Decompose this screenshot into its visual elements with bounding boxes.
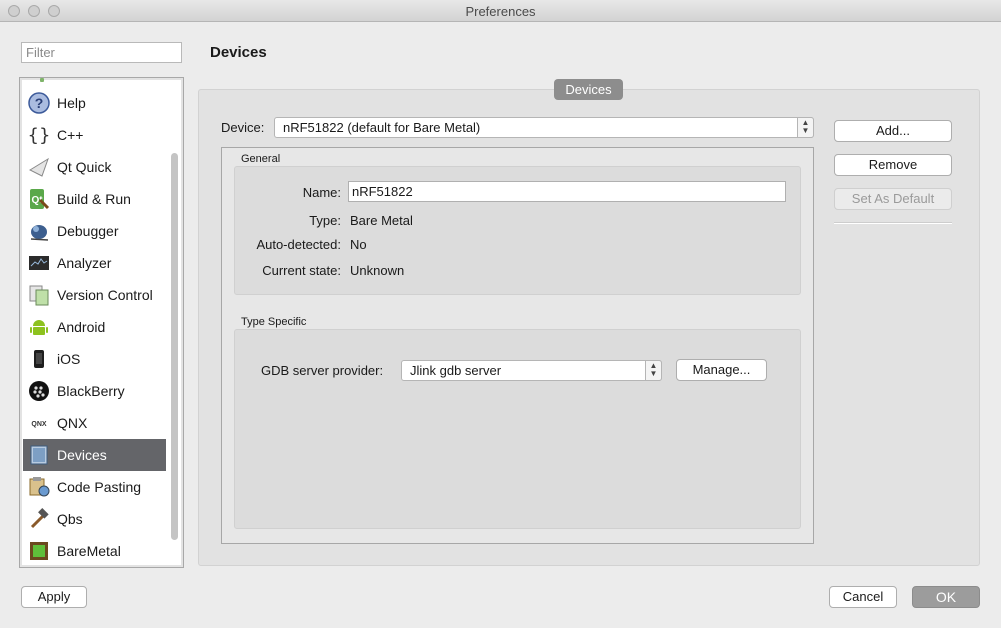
partially-hidden-item-icon bbox=[40, 78, 44, 82]
category-label: BlackBerry bbox=[57, 383, 125, 399]
current-state-value: Unknown bbox=[350, 263, 405, 278]
category-item-blackberry[interactable]: BlackBerry bbox=[23, 375, 166, 407]
cpp-braces-icon: {} bbox=[28, 125, 50, 146]
category-item-code-pasting[interactable]: Code Pasting bbox=[23, 471, 166, 503]
category-item-cpp[interactable]: {} C++ bbox=[23, 119, 166, 151]
category-label: Help bbox=[57, 95, 86, 111]
set-as-default-button[interactable]: Set As Default bbox=[834, 188, 952, 210]
title-bar: Preferences bbox=[0, 0, 1001, 22]
qt-quick-icon bbox=[28, 157, 49, 177]
version-control-icon bbox=[29, 285, 49, 306]
category-item-qbs[interactable]: Qbs bbox=[23, 503, 166, 535]
category-label: Analyzer bbox=[57, 255, 112, 271]
category-item-ios[interactable]: iOS bbox=[23, 343, 166, 375]
qbs-hammer-icon bbox=[30, 508, 49, 529]
category-label: Build & Run bbox=[57, 191, 131, 207]
qnx-icon: QNX bbox=[31, 421, 47, 428]
build-run-icon: Qt bbox=[30, 189, 50, 210]
gdb-server-provider-label: GDB server provider: bbox=[261, 363, 384, 378]
filter-input[interactable] bbox=[21, 42, 182, 63]
category-item-version-control[interactable]: Version Control bbox=[23, 279, 166, 311]
type-specific-group-title: Type Specific bbox=[241, 316, 307, 328]
category-item-build-run[interactable]: Qt Build & Run bbox=[23, 183, 166, 215]
help-icon: ? bbox=[28, 92, 50, 114]
category-label: Qbs bbox=[57, 511, 83, 527]
category-label: QNX bbox=[57, 415, 88, 431]
type-value: Bare Metal bbox=[350, 213, 413, 228]
svg-text:{}: {} bbox=[28, 125, 50, 146]
android-icon bbox=[30, 320, 48, 335]
auto-detected-label: Auto-detected: bbox=[256, 237, 341, 252]
name-field[interactable] bbox=[348, 181, 786, 202]
type-label: Type: bbox=[309, 213, 341, 228]
side-buttons-divider bbox=[834, 222, 952, 224]
category-item-help[interactable]: ? Help bbox=[23, 87, 166, 119]
cancel-button[interactable]: Cancel bbox=[829, 586, 897, 608]
manage-button[interactable]: Manage... bbox=[676, 359, 767, 381]
category-label: BareMetal bbox=[57, 543, 121, 559]
remove-device-button[interactable]: Remove bbox=[834, 154, 952, 176]
add-device-button[interactable]: Add... bbox=[834, 120, 952, 142]
category-item-debugger[interactable]: Debugger bbox=[23, 215, 166, 247]
svg-text:QNX: QNX bbox=[31, 421, 47, 428]
debugger-bug-icon bbox=[30, 225, 49, 241]
tab-devices[interactable]: Devices bbox=[554, 79, 623, 100]
category-label: Devices bbox=[57, 447, 107, 463]
svg-text:?: ? bbox=[35, 95, 44, 111]
category-label: Android bbox=[57, 319, 106, 335]
current-state-label: Current state: bbox=[262, 263, 341, 278]
category-label: Code Pasting bbox=[57, 479, 142, 495]
updown-arrows-icon: ▲ ▼ bbox=[797, 117, 814, 138]
devices-icon bbox=[30, 445, 48, 465]
category-list[interactable]: ? Help {} C++ Qt Quick Qt Build & Run De… bbox=[19, 77, 184, 568]
ok-button[interactable]: OK bbox=[912, 586, 980, 608]
category-label: Qt Quick bbox=[57, 159, 112, 175]
window-title: Preferences bbox=[465, 4, 536, 19]
category-item-baremetal[interactable]: BareMetal bbox=[23, 535, 166, 567]
device-label: Device: bbox=[221, 120, 265, 135]
analyzer-icon bbox=[29, 256, 49, 270]
updown-arrows-icon: ▲ ▼ bbox=[645, 360, 662, 381]
device-select-value: nRF51822 (default for Bare Metal) bbox=[283, 120, 481, 135]
auto-detected-value: No bbox=[350, 237, 367, 252]
code-pasting-icon bbox=[29, 477, 50, 497]
category-item-android[interactable]: Android bbox=[23, 311, 166, 343]
category-item-qt-quick[interactable]: Qt Quick bbox=[23, 151, 166, 183]
apply-button[interactable]: Apply bbox=[21, 586, 87, 608]
category-item-devices[interactable]: Devices bbox=[23, 439, 166, 471]
category-list-scrollbar[interactable] bbox=[171, 153, 178, 540]
blackberry-icon bbox=[29, 381, 49, 401]
gdb-server-provider-value: Jlink gdb server bbox=[410, 363, 502, 378]
category-label: iOS bbox=[57, 351, 81, 367]
category-label: Version Control bbox=[57, 287, 153, 303]
device-select[interactable]: nRF51822 (default for Bare Metal) ▲ ▼ bbox=[274, 117, 814, 138]
category-label: Debugger bbox=[57, 223, 119, 239]
general-group-title: General bbox=[241, 153, 281, 165]
baremetal-chip-icon bbox=[30, 542, 48, 560]
category-item-qnx[interactable]: QNX QNX bbox=[23, 407, 166, 439]
category-label: C++ bbox=[57, 127, 84, 143]
name-label: Name: bbox=[302, 185, 341, 200]
ios-device-icon bbox=[34, 350, 44, 368]
gdb-server-provider-select[interactable]: Jlink gdb server ▲ ▼ bbox=[401, 360, 662, 381]
page-title: Devices bbox=[210, 44, 267, 61]
category-item-analyzer[interactable]: Analyzer bbox=[23, 247, 166, 279]
